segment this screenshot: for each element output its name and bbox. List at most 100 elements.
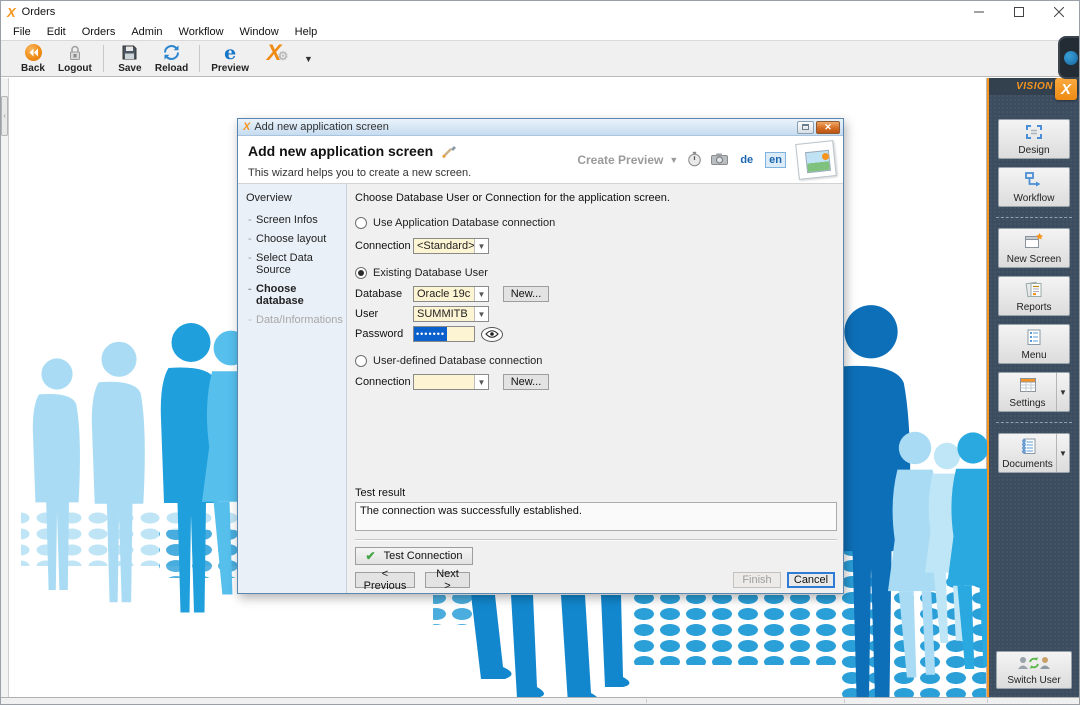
option-existing-user[interactable]: Existing Database User	[355, 267, 837, 279]
step-choose-layout[interactable]: Choose layout	[246, 233, 340, 245]
password-input[interactable]: •••••••	[413, 326, 475, 342]
menu-workflow[interactable]: Workflow	[171, 24, 232, 40]
dialog-close-button[interactable]: ✕	[816, 120, 840, 134]
radio-checked-icon[interactable]	[355, 267, 367, 279]
vision-brand-label: VISION	[1016, 81, 1053, 92]
create-preview-caret-icon: ▼	[669, 155, 679, 165]
new-screen-button[interactable]: New Screen	[998, 228, 1070, 268]
menu-help[interactable]: Help	[287, 24, 326, 40]
menu-file[interactable]: File	[5, 24, 39, 40]
option-user-defined[interactable]: User-defined Database connection	[355, 355, 837, 367]
user-combobox[interactable]: SUMMITB ▼	[413, 306, 489, 322]
close-button[interactable]	[1039, 1, 1079, 23]
toolbar-dropdown-caret[interactable]: ▼	[304, 54, 313, 64]
splitter-handle-icon[interactable]: ‹	[1, 96, 8, 136]
previous-button[interactable]: < Previous	[355, 568, 415, 592]
eye-icon	[485, 330, 499, 338]
step-data-informations: Data/Informations	[246, 314, 343, 326]
menu-admin[interactable]: Admin	[123, 24, 170, 40]
timer-icon[interactable]	[687, 151, 702, 170]
wizard-form: Choose Database User or Connection for t…	[347, 184, 843, 593]
visionx-tool-button[interactable]: X ⚙	[254, 41, 294, 76]
workflow-button[interactable]: Workflow	[998, 167, 1070, 207]
step-select-data-source[interactable]: Select Data Source	[246, 252, 340, 276]
test-connection-button[interactable]: ✔ Test Connection	[355, 547, 473, 565]
left-splitter[interactable]: ‹	[1, 78, 9, 697]
maximize-button[interactable]	[999, 1, 1039, 23]
documents-button[interactable]: Documents ▼	[998, 433, 1070, 473]
wizard-nav-buttons: < Previous Next > Finish Cancel	[355, 568, 837, 592]
database-label: Database	[355, 288, 403, 300]
dialog-titlebar[interactable]: X Add new application screen ✕	[238, 119, 843, 136]
chevron-down-icon[interactable]: ▼	[474, 239, 488, 253]
logout-button[interactable]: Logout	[53, 41, 97, 76]
settings-table-icon	[1018, 376, 1038, 397]
menu-window[interactable]: Window	[232, 24, 287, 40]
menu-orders[interactable]: Orders	[74, 24, 124, 40]
step-choose-database[interactable]: Choose database	[246, 283, 340, 307]
database-new-button[interactable]: New...	[503, 286, 549, 302]
settings-dropdown-button[interactable]: ▼	[1056, 373, 1069, 411]
radio-unchecked-icon[interactable]	[355, 355, 367, 367]
connection2-row: Connection ▼ New...	[355, 374, 837, 390]
steps-header: Overview	[246, 192, 292, 204]
reports-button[interactable]: Reports	[998, 276, 1070, 316]
lang-en-button[interactable]: en	[765, 152, 786, 168]
app-window: X Orders File Edit Orders Admin Workflow…	[0, 0, 1080, 705]
connection-label: Connection	[355, 240, 411, 252]
chevron-down-icon[interactable]: ▼	[474, 287, 488, 301]
preview-button[interactable]: e Preview	[206, 41, 254, 76]
menu-list-icon	[1024, 328, 1044, 349]
save-button[interactable]: Save	[110, 41, 150, 76]
connection2-combobox[interactable]: ▼	[413, 374, 489, 390]
connection-combobox[interactable]: <Standard> ▼	[413, 238, 489, 254]
chevron-down-icon[interactable]: ▼	[474, 307, 488, 321]
show-password-button[interactable]	[481, 326, 503, 342]
settings-button[interactable]: Settings ▼	[998, 372, 1070, 412]
back-icon	[24, 44, 42, 62]
window-title: Orders	[21, 6, 56, 18]
chevron-down-icon[interactable]: ▼	[474, 375, 488, 389]
option-app-connection[interactable]: Use Application Database connection	[355, 217, 837, 229]
lang-de-button[interactable]: de	[737, 153, 756, 167]
documents-dropdown-button[interactable]: ▼	[1056, 434, 1069, 472]
connection2-new-button[interactable]: New...	[503, 374, 549, 390]
switch-user-icon	[1017, 655, 1051, 675]
toolbar: Back Logout Save Reload e Preview X ⚙ ▼	[1, 40, 1079, 77]
preview-thumbnail-icon[interactable]	[795, 140, 837, 180]
separator	[355, 539, 837, 541]
design-icon	[1024, 123, 1044, 144]
connection2-label: Connection	[355, 376, 411, 388]
floating-assistant-widget[interactable]	[1058, 36, 1079, 79]
reload-button[interactable]: Reload	[150, 41, 193, 76]
camera-icon[interactable]	[711, 153, 729, 168]
design-button[interactable]: Design	[998, 119, 1070, 159]
menu-edit[interactable]: Edit	[39, 24, 74, 40]
back-button[interactable]: Back	[13, 41, 53, 76]
password-row: Password •••••••	[355, 326, 837, 342]
menu-button[interactable]: Menu	[998, 324, 1070, 364]
database-row: Database Oracle 19c ▼ New...	[355, 286, 837, 302]
app-x-icon: X	[7, 4, 16, 20]
create-preview-button[interactable]: Create Preview ▼	[577, 153, 678, 167]
edge-browser-icon: e	[224, 41, 237, 64]
finish-button: Finish	[733, 572, 781, 588]
dialog-title: Add new application screen	[254, 121, 389, 133]
form-instruction: Choose Database User or Connection for t…	[355, 192, 670, 204]
visionx-logo-icon: X	[1055, 78, 1077, 100]
step-screen-infos[interactable]: Screen Infos	[246, 214, 340, 226]
dialog-maximize-button[interactable]	[797, 120, 814, 134]
statusbar	[1, 697, 1079, 704]
cancel-button[interactable]: Cancel	[787, 572, 835, 588]
next-button[interactable]: Next >	[425, 568, 470, 592]
connection-row: Connection <Standard> ▼	[355, 238, 837, 254]
database-combobox[interactable]: Oracle 19c ▼	[413, 286, 489, 302]
toolbar-separator	[199, 45, 201, 72]
minimize-button[interactable]	[959, 1, 999, 23]
dialog-x-icon: X	[243, 121, 251, 133]
switch-user-button[interactable]: Switch User	[996, 651, 1072, 689]
panel-separator	[996, 422, 1072, 423]
user-label: User	[355, 308, 379, 320]
test-result-box: The connection was successfully establis…	[355, 502, 837, 531]
radio-unchecked-icon[interactable]	[355, 217, 367, 229]
